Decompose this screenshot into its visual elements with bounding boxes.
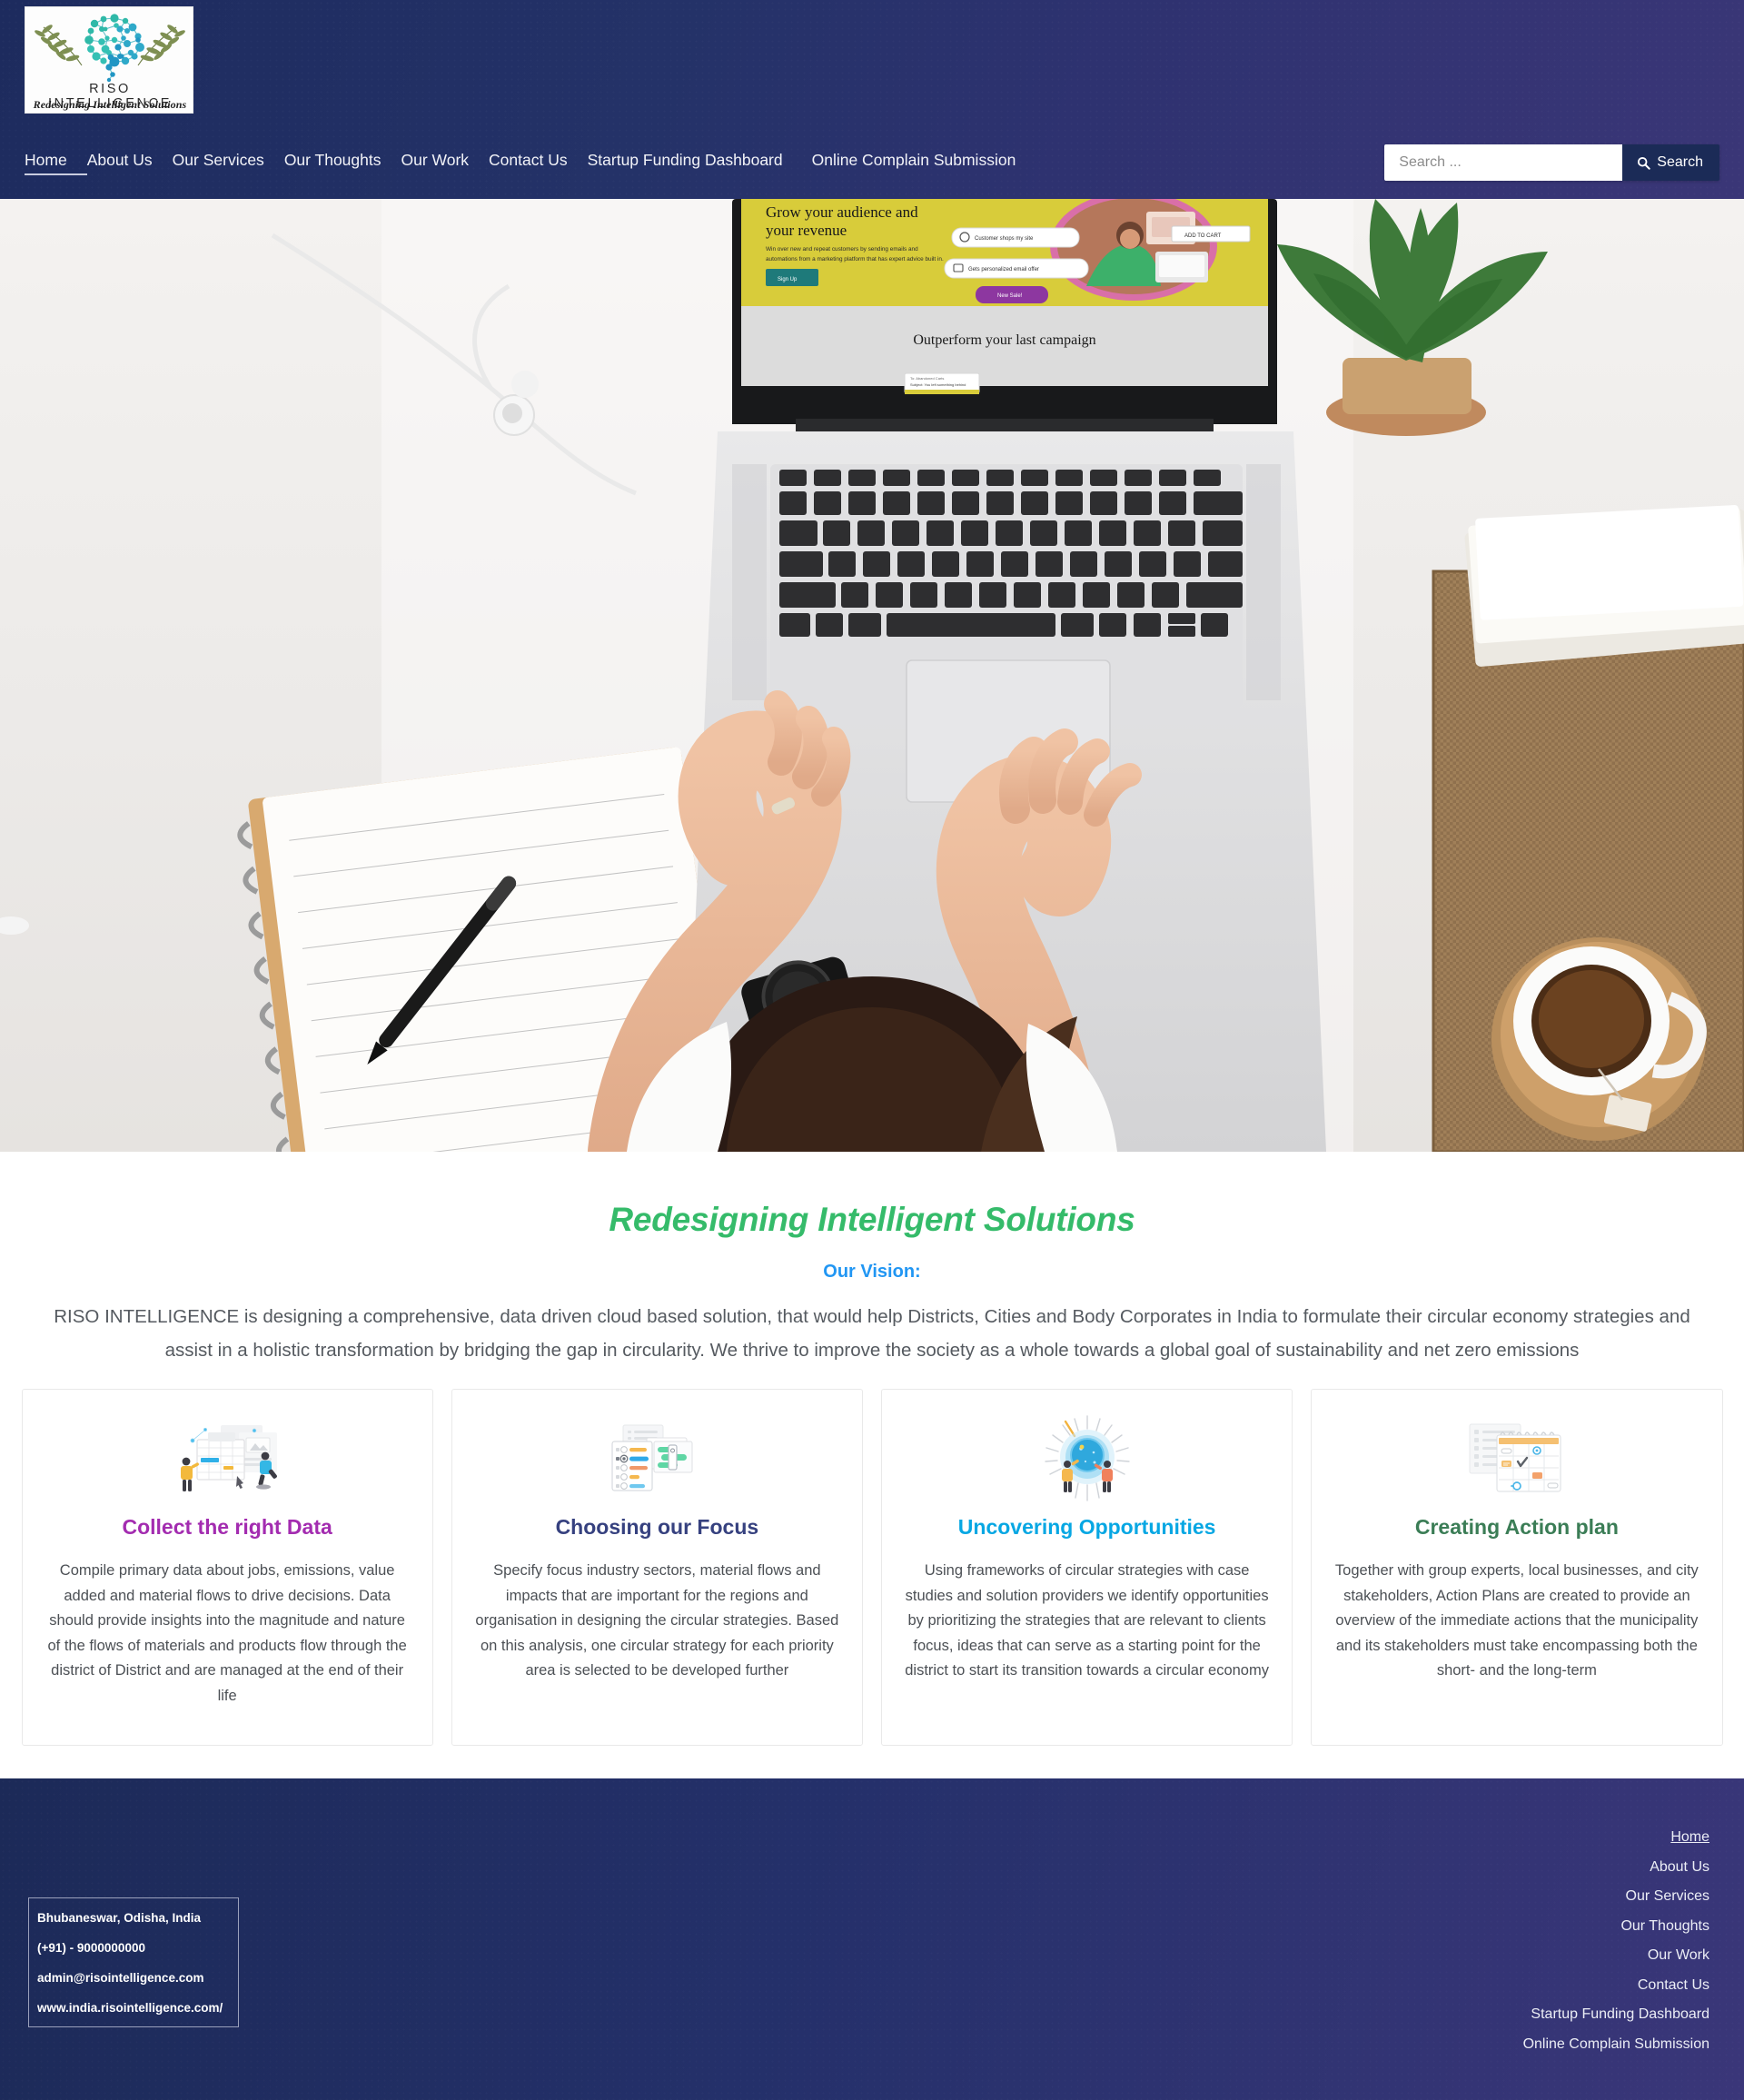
search-button[interactable]: Search <box>1622 144 1719 181</box>
card-title: Choosing our Focus <box>555 1515 759 1539</box>
svg-text:Outperform your last campaign: Outperform your last campaign <box>913 332 1095 348</box>
svg-text:Customer shops my site: Customer shops my site <box>975 236 1034 242</box>
nav-item-our-services[interactable]: Our Services <box>173 150 284 175</box>
search-input[interactable] <box>1384 144 1623 181</box>
checklist-documents-illustration-icon <box>474 1417 840 1501</box>
vision-title: Redesigning Intelligent Solutions <box>609 1201 1135 1238</box>
svg-text:Gets personalized email offer: Gets personalized email offer <box>968 267 1039 272</box>
nav-item-startup-funding-dashboard[interactable]: Startup Funding Dashboard <box>588 150 803 175</box>
vision-subtitle: Our Vision: <box>823 1262 921 1282</box>
feature-cards: Collect the right Data Compile primary d… <box>21 1389 1723 1778</box>
footer-link-our-thoughts[interactable]: Our Thoughts <box>1620 1912 1709 1942</box>
nav-item-online-complain-submission[interactable]: Online Complain Submission <box>803 150 1036 175</box>
footer-link-online-complain-submission[interactable]: Online Complain Submission <box>1523 2030 1709 2060</box>
svg-text:ADD TO CART: ADD TO CART <box>1184 233 1222 239</box>
hero-banner: Grow your audience and your revenue Win … <box>0 199 1744 1152</box>
svg-text:New Sale!: New Sale! <box>997 293 1023 299</box>
card-title: Uncovering Opportunities <box>957 1515 1216 1539</box>
footer-contact-box: Bhubaneswar, Odisha, India (+91) - 90000… <box>28 1897 239 2027</box>
search-button-label: Search <box>1657 154 1703 170</box>
site-logo[interactable]: RISO INTELLIGENCE Redesigning Intelligen… <box>25 6 193 114</box>
feature-card-choosing-focus: Choosing our Focus Specify focus industr… <box>451 1389 863 1746</box>
feature-card-creating-action-plan: Creating Action plan Together with group… <box>1311 1389 1723 1746</box>
contact-phone: (+91) - 9000000000 <box>37 1941 145 1955</box>
nav-item-about-us[interactable]: About Us <box>87 150 173 175</box>
hero-desk-photo: Grow your audience and your revenue Win … <box>0 199 1744 1152</box>
svg-text:Win over new and repeat custom: Win over new and repeat customers by sen… <box>766 246 918 253</box>
footer-link-contact-us[interactable]: Contact Us <box>1638 1971 1709 2001</box>
card-body: Together with group experts, local busin… <box>1334 1562 1699 1679</box>
svg-text:Grow your audience and: Grow your audience and <box>766 203 918 221</box>
nav-item-home[interactable]: Home <box>25 150 87 175</box>
footer-link-our-work[interactable]: Our Work <box>1648 1941 1709 1971</box>
card-body: Compile primary data about jobs, emissio… <box>47 1562 407 1704</box>
glowing-sphere-discovery-illustration-icon <box>904 1415 1270 1501</box>
nav-item-our-thoughts[interactable]: Our Thoughts <box>284 150 401 175</box>
search-icon <box>1638 156 1651 170</box>
calendar-checklist-illustration-icon <box>1333 1417 1699 1501</box>
footer-link-about-us[interactable]: About Us <box>1650 1853 1709 1883</box>
vision-body: RISO INTELLIGENCE is designing a compreh… <box>54 1306 1690 1361</box>
card-title: Creating Action plan <box>1414 1515 1619 1539</box>
footer-link-our-services[interactable]: Our Services <box>1626 1882 1709 1912</box>
contact-address: Bhubaneswar, Odisha, India <box>37 1911 202 1925</box>
feature-card-uncovering-opportunities: Uncovering Opportunities Using framework… <box>881 1389 1293 1746</box>
spreadsheet-data-illustration-icon <box>45 1417 411 1501</box>
brain-network-olive-branch-logo-icon <box>35 14 185 83</box>
footer-texture <box>0 1778 1744 2100</box>
svg-text:Subject: You left something be: Subject: You left something behind <box>910 382 966 387</box>
svg-text:your revenue: your revenue <box>766 222 847 239</box>
contact-website: www.india.risointelligence.com/ <box>37 2001 223 2015</box>
vision-section: Redesigning Intelligent Solutions Our Vi… <box>0 1152 1744 1367</box>
svg-text:automations from a marketing p: automations from a marketing platform th… <box>766 256 944 262</box>
card-title: Collect the right Data <box>122 1515 332 1539</box>
main-navigation: Home About Us Our Services Our Thoughts … <box>25 150 1036 175</box>
logo-tagline: Redesigning Intelligent Solutions <box>33 98 187 111</box>
svg-text:To: Abandoned Carts: To: Abandoned Carts <box>910 376 944 381</box>
footer-link-home[interactable]: Home <box>1670 1823 1709 1853</box>
site-header: RISO INTELLIGENCE Redesigning Intelligen… <box>0 0 1744 199</box>
feature-card-collect-data: Collect the right Data Compile primary d… <box>21 1389 433 1746</box>
header-search: Search <box>1384 144 1719 181</box>
contact-email: admin@risointelligence.com <box>37 1971 204 1985</box>
site-footer: Bhubaneswar, Odisha, India (+91) - 90000… <box>0 1778 1744 2100</box>
card-body: Specify focus industry sectors, material… <box>475 1562 839 1679</box>
footer-link-startup-funding-dashboard[interactable]: Startup Funding Dashboard <box>1531 2000 1709 2030</box>
nav-item-contact-us[interactable]: Contact Us <box>489 150 588 175</box>
nav-item-our-work[interactable]: Our Work <box>401 150 490 175</box>
svg-text:Sign Up: Sign Up <box>778 277 798 282</box>
footer-navigation: Home About Us Our Services Our Thoughts … <box>1523 1823 1709 2059</box>
card-body: Using frameworks of circular strategies … <box>905 1562 1269 1679</box>
